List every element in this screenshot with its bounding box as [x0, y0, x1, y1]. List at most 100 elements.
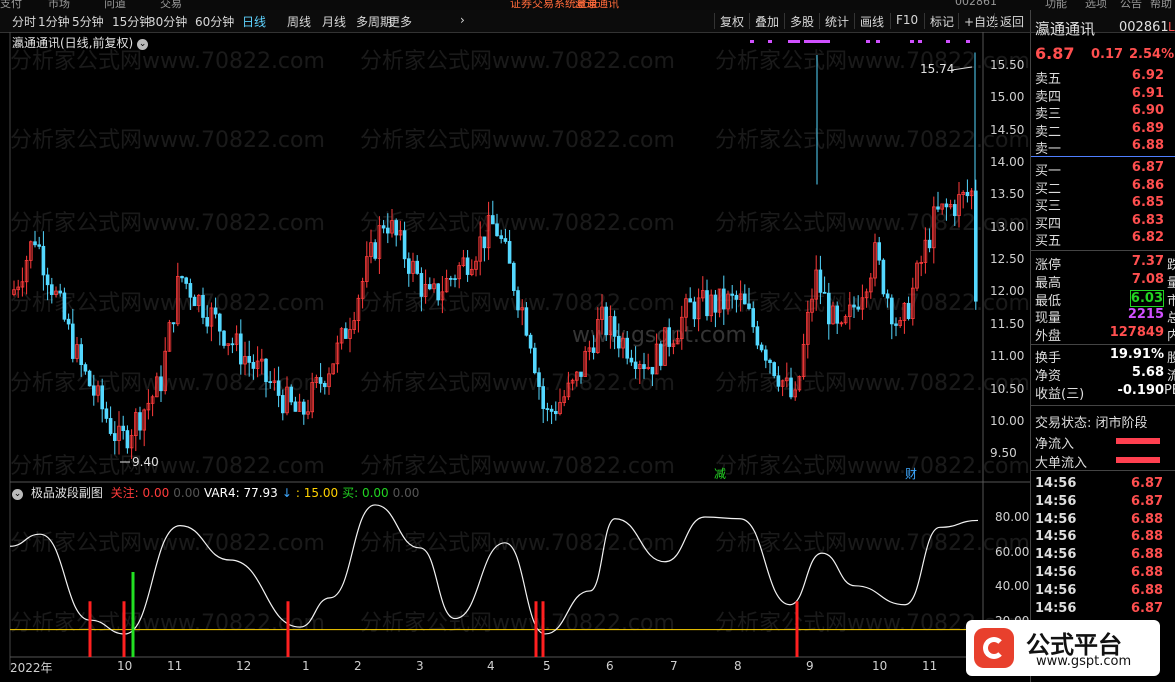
tick-time: 14:56 — [1035, 511, 1077, 527]
chart-annotations: 15.74 9.40 减 财 — [120, 40, 973, 481]
candle-body — [537, 372, 541, 387]
candle-body — [827, 292, 831, 325]
candle-body — [856, 306, 860, 310]
candle-body — [264, 358, 268, 383]
top-menu-item[interactable]: 选项 — [1085, 0, 1107, 10]
candle-body — [633, 361, 638, 370]
top-menu-item[interactable]: 问道 — [104, 0, 126, 10]
candle-body — [188, 283, 193, 298]
candle-body — [121, 425, 126, 431]
candle-body — [705, 290, 709, 317]
candle-body — [612, 316, 617, 337]
candle-body — [465, 257, 470, 275]
price-axis-label: 11.50 — [990, 316, 1025, 331]
bid-level-row: 买三 6.85 — [1035, 195, 1175, 214]
row-value: 19.91% — [1109, 347, 1164, 362]
row-value: 6.03 — [1129, 289, 1164, 307]
low-price-label: 9.40 — [132, 455, 159, 469]
tick-price: 6.88 — [1131, 565, 1164, 580]
price-axis-label: 13.50 — [990, 187, 1025, 202]
candle-body — [415, 260, 419, 274]
top-menu-item[interactable]: 市场 — [48, 0, 70, 10]
candle-body — [385, 227, 390, 234]
top-menu-item[interactable]: 帮助 — [1150, 0, 1172, 10]
candle-body — [629, 357, 634, 363]
row-value: 6.83 — [1131, 212, 1164, 228]
row-value: 6.91 — [1131, 85, 1164, 101]
brand-badge: 公式平台 www.gspt.com — [966, 620, 1160, 676]
flow-label: 净流入 — [1035, 437, 1075, 452]
stock-code: 002861 — [1119, 20, 1169, 35]
candle-body — [213, 307, 218, 315]
candle-body — [289, 386, 293, 403]
time-axis-label: 5 — [543, 659, 551, 673]
ask-level-row: 卖五 6.92 — [1035, 68, 1175, 87]
chevron-down-icon[interactable]: ⌄ — [12, 489, 23, 500]
candle-body — [499, 235, 503, 239]
candle-body — [402, 230, 407, 260]
candle-body — [659, 343, 663, 366]
candle-body — [180, 276, 184, 279]
candle-body — [604, 306, 608, 336]
indicator-axis-label: 40.00 — [995, 579, 1030, 593]
candle-body — [507, 241, 512, 264]
candle-body — [280, 395, 285, 414]
candle-body — [301, 401, 306, 415]
candle-body — [549, 408, 554, 412]
top-menu-item[interactable]: 交易 — [160, 0, 182, 10]
candle-body — [482, 236, 487, 249]
row-suffix: 量 — [1166, 275, 1175, 291]
row-value: 6.82 — [1131, 230, 1164, 245]
candle-body — [528, 334, 533, 349]
row-suffix: 流 — [1166, 368, 1175, 384]
candle-body — [890, 297, 894, 325]
candle-body — [104, 408, 109, 419]
price-axis-label: 15.00 — [990, 90, 1025, 105]
price-change-pct: 2.54% — [1129, 47, 1175, 62]
candle-body — [322, 383, 327, 388]
price-change: 0.17 — [1091, 47, 1124, 62]
price-axis-label: 14.00 — [990, 155, 1025, 170]
price-axis-label: 10.00 — [990, 413, 1025, 428]
top-menu-item[interactable]: 瀛通通讯 — [575, 0, 619, 10]
candle-body — [852, 304, 856, 308]
candle-body — [453, 278, 457, 280]
watermark-text: 分析家公式网www.70822.com — [10, 128, 325, 153]
candle-body — [881, 259, 886, 295]
top-menu-item[interactable]: 公告 — [1120, 0, 1142, 10]
row-label: 买四 — [1035, 216, 1062, 232]
candle-body — [276, 380, 281, 396]
price-axis-label: 10.50 — [990, 381, 1025, 396]
row-label: 最高 — [1035, 275, 1062, 291]
top-menu-item[interactable]: 功能 — [1045, 0, 1067, 10]
chart-canvas[interactable]: 分析家公式网www.70822.com 分析家公式网www.70822.com 分析… — [0, 10, 1030, 682]
candle-body — [974, 190, 978, 302]
row-label: 换手 — [1035, 351, 1062, 366]
price-axis-label: 12.50 — [990, 252, 1025, 267]
candle-body — [92, 385, 96, 396]
listing-flag: L — [1168, 20, 1175, 34]
ask-level-row: 卖三 6.90 — [1035, 103, 1175, 122]
indicator-field: 0.00 — [392, 486, 420, 500]
candle-body — [759, 344, 764, 351]
top-menu-item[interactable]: 支付 — [0, 0, 22, 10]
event-marker — [788, 40, 800, 43]
time-axis-label: 10 — [117, 659, 133, 673]
indicator-name[interactable]: 极品波段副图 — [31, 486, 103, 500]
price-axis-label: 11.00 — [990, 349, 1025, 364]
candle-body — [533, 347, 537, 374]
watermark-text: 分析家公式网www.70822.com — [360, 611, 675, 636]
top-menu-item[interactable]: 002861 — [955, 0, 997, 8]
candle-body — [45, 274, 50, 286]
candle-body — [108, 418, 113, 434]
row-value: 7.08 — [1131, 271, 1164, 287]
indicator-field: : 15.00 — [295, 486, 339, 500]
flow-bar — [1116, 457, 1160, 463]
watermark-text: 分析家公式网www.70822.com — [715, 371, 1030, 396]
candle-body — [554, 410, 558, 415]
trade-status: 交易状态: 闭市阶段 — [1035, 416, 1148, 431]
event-marker — [946, 40, 950, 43]
event-marker — [910, 40, 914, 43]
watermark-text: 分析家公式网www.70822.com — [360, 454, 675, 479]
row-value: 6.90 — [1131, 103, 1164, 118]
